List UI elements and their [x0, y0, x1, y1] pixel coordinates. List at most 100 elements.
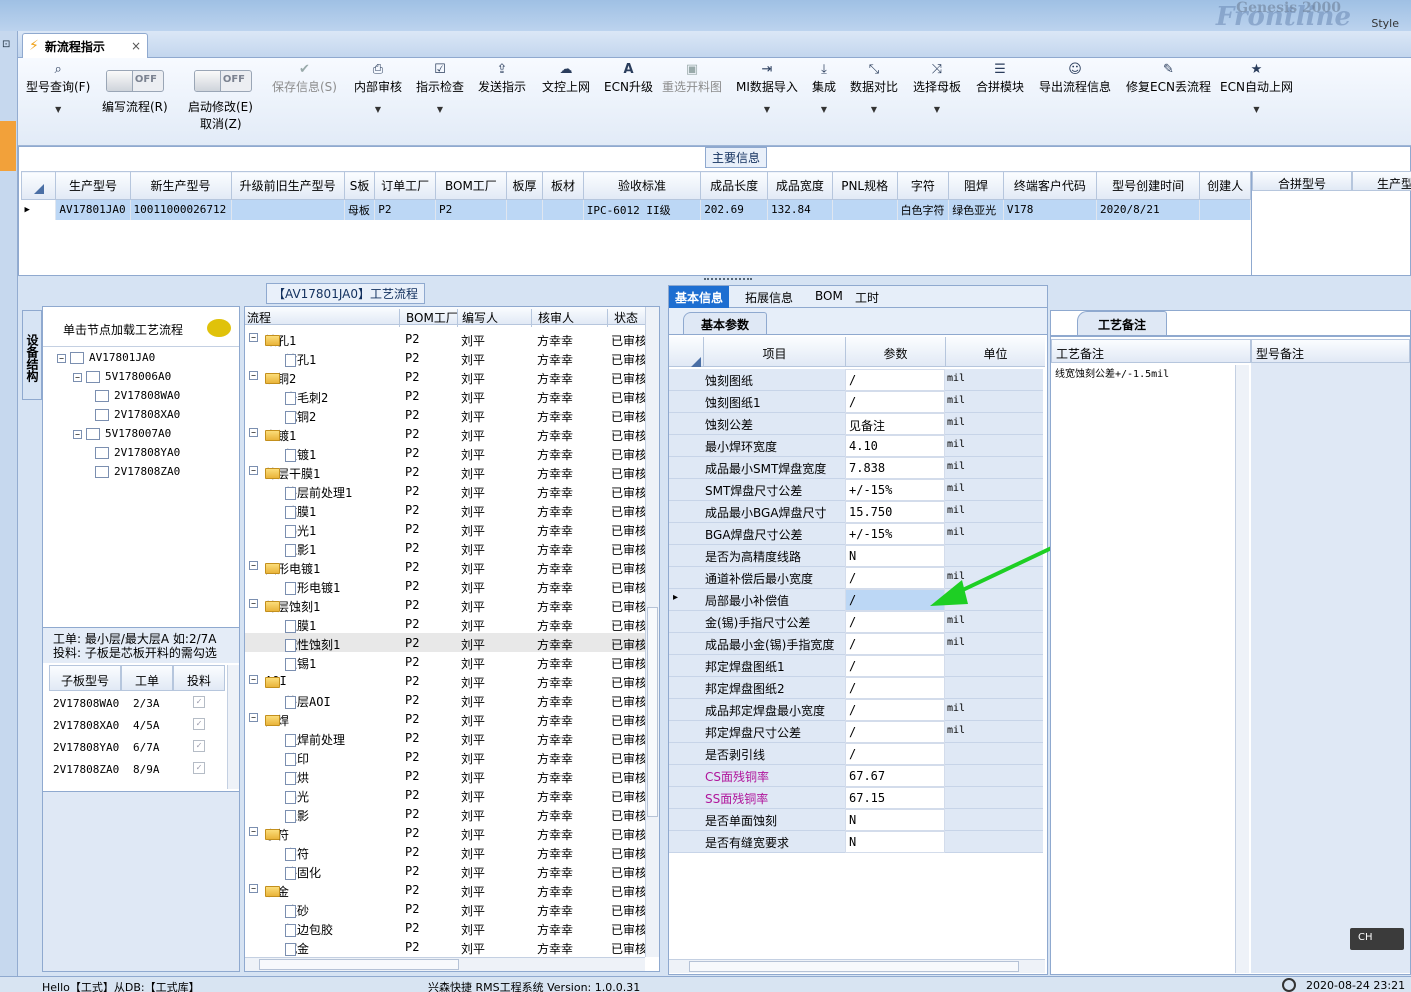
- flow-row[interactable]: −字符 P2 刘平 方幸幸 已审核: [245, 823, 647, 842]
- param-value[interactable]: /: [845, 655, 945, 677]
- col-header[interactable]: 合拼型号: [1252, 171, 1352, 191]
- row-header[interactable]: [669, 369, 703, 391]
- col-header[interactable]: 板厚: [505, 171, 544, 200]
- row-header[interactable]: [669, 567, 703, 589]
- tab-new-flow[interactable]: ⚡ 新流程指示 ×: [22, 33, 148, 58]
- row-header[interactable]: [669, 501, 703, 523]
- param-row[interactable]: 蚀刻图纸 / mil: [669, 369, 1045, 391]
- col-header[interactable]: 升级前旧生产型号: [230, 171, 345, 200]
- expand-icon[interactable]: ⊡: [2, 39, 10, 50]
- param-row[interactable]: 是否有缝宽要求 N: [669, 831, 1045, 853]
- flow-row[interactable]: 碱性蚀刻1 P2 刘平 方幸幸 已审核: [245, 633, 647, 652]
- table-row[interactable]: 2V17808ZA0 8/9A ✓: [49, 759, 225, 781]
- collapse-icon[interactable]: −: [249, 884, 258, 893]
- collapse-icon[interactable]: −: [249, 428, 258, 437]
- row-header[interactable]: [669, 765, 703, 787]
- flow-row[interactable]: 显影 P2 刘平 方幸幸 已审核: [245, 804, 647, 823]
- col-header[interactable]: 订单工厂: [374, 171, 436, 200]
- col-header[interactable]: 参数: [845, 337, 945, 367]
- param-value[interactable]: +/-15%: [845, 479, 945, 501]
- param-row[interactable]: 成品邦定焊盘最小宽度 / mil: [669, 699, 1045, 721]
- col-header[interactable]: 单位: [945, 337, 1045, 367]
- col-header[interactable]: 编写人: [457, 309, 498, 327]
- tree-node[interactable]: 2V17808YA0: [57, 446, 237, 465]
- param-row[interactable]: 邦定焊盘尺寸公差 / mil: [669, 721, 1045, 743]
- row-header[interactable]: [669, 699, 703, 721]
- col-header[interactable]: 核审人: [531, 309, 574, 327]
- vertical-scrollbar[interactable]: [1235, 365, 1249, 973]
- col-header[interactable]: S板: [343, 171, 376, 200]
- feed-checkbox[interactable]: ✓: [193, 718, 205, 730]
- style-label[interactable]: Style: [1371, 17, 1399, 30]
- col-header[interactable]: 验收标准: [582, 171, 702, 200]
- flow-row[interactable]: − 外层干膜1 P2 刘平 方幸幸 已审核: [245, 462, 647, 481]
- flow-row[interactable]: 显影1 P2 刘平 方幸幸 已审核: [245, 538, 647, 557]
- param-value[interactable]: N: [845, 831, 945, 853]
- row-header[interactable]: [669, 413, 703, 435]
- flow-row[interactable]: 喷砂 P2 刘平 方幸幸 已审核: [245, 899, 647, 918]
- toolbar-btn-ecn-auto[interactable]: ★ ECN自动上网 ▼: [1220, 62, 1293, 114]
- param-row[interactable]: SMT焊盘尺寸公差 +/-15% mil: [669, 479, 1045, 501]
- toolbar-btn-merge[interactable]: ☰ 合拼模块: [976, 62, 1024, 95]
- flow-row[interactable]: − 钻孔1 P2 刘平 方幸幸 已审核: [245, 329, 647, 348]
- toolbar-btn-mi-import[interactable]: ⇥ MI数据导入 ▼: [736, 62, 798, 114]
- param-value[interactable]: 7.838: [845, 457, 945, 479]
- col-header[interactable]: 阻焊: [948, 171, 1004, 200]
- tab-bom[interactable]: BOM: [815, 289, 843, 303]
- param-value[interactable]: /: [845, 677, 945, 699]
- param-row[interactable]: 蚀刻图纸1/mil: [669, 391, 1045, 413]
- col-header[interactable]: 投料: [173, 665, 225, 691]
- param-row[interactable]: 是否剥引线 /: [669, 743, 1045, 765]
- param-row[interactable]: 邦定焊盘图纸2/: [669, 677, 1045, 699]
- param-value[interactable]: /: [845, 721, 945, 743]
- param-value[interactable]: /: [845, 633, 945, 655]
- flow-row[interactable]: 曝光1 P2 刘平 方幸幸 已审核: [245, 519, 647, 538]
- col-header[interactable]: 成品长度: [700, 171, 768, 200]
- flow-row[interactable]: 阻焊前处理 P2 刘平 方幸幸 已审核: [245, 728, 647, 747]
- toolbar-btn-fix-ecn[interactable]: ✎ 修复ECN丢流程: [1126, 62, 1211, 95]
- tree-node[interactable]: − AV17801JA0: [57, 351, 237, 370]
- flow-row[interactable]: 预烘 P2 刘平 方幸幸 已审核: [245, 766, 647, 785]
- vertical-scrollbar[interactable]: [227, 665, 239, 789]
- flow-row[interactable]: −沉金 P2 刘平 方幸幸 已审核: [245, 880, 647, 899]
- param-row[interactable]: 成品最小金(锡)手指宽度 / mil: [669, 633, 1045, 655]
- toolbar-btn-doc-upload[interactable]: ☁ 文控上网: [542, 62, 590, 95]
- col-header[interactable]: 生产型: [1352, 171, 1411, 191]
- row-header[interactable]: [669, 523, 703, 545]
- collapse-icon[interactable]: −: [249, 561, 258, 570]
- row-header[interactable]: [669, 545, 703, 567]
- param-row[interactable]: 是否单面蚀刻 N: [669, 809, 1045, 831]
- enable-edit-toggle[interactable]: OFF: [194, 70, 252, 92]
- collapse-icon[interactable]: −: [249, 675, 258, 684]
- param-value[interactable]: /: [845, 743, 945, 765]
- row-header[interactable]: [669, 611, 703, 633]
- col-header[interactable]: 型号创建时间: [1095, 171, 1201, 200]
- flow-row[interactable]: 沉铜2 P2 刘平 方幸幸 已审核: [245, 405, 647, 424]
- param-row[interactable]: 邦定焊盘图纸1/: [669, 655, 1045, 677]
- toolbar-btn-save[interactable]: ✔ 保存信息(S): [272, 62, 337, 95]
- row-header[interactable]: [669, 435, 703, 457]
- row-header[interactable]: [669, 831, 703, 853]
- col-header[interactable]: 创建人: [1199, 171, 1251, 200]
- col-header[interactable]: BOM工厂: [399, 309, 458, 327]
- param-value[interactable]: 67.67: [845, 765, 945, 787]
- toolbar-btn-export[interactable]: ☺ 导出流程信息: [1039, 62, 1111, 95]
- row-header[interactable]: [669, 677, 703, 699]
- close-icon[interactable]: ×: [131, 39, 141, 53]
- param-value[interactable]: /: [845, 369, 945, 391]
- param-value[interactable]: /: [845, 611, 945, 633]
- flow-row[interactable]: 终固化 P2 刘平 方幸幸 已审核: [245, 861, 647, 880]
- table-row[interactable]: ▶ AV17801JA0 10011000026712 母板 P2 P2 IPC…: [21, 199, 1251, 220]
- collapse-icon[interactable]: −: [249, 371, 258, 380]
- feed-checkbox[interactable]: ✓: [193, 762, 205, 774]
- flow-row[interactable]: 字符 P2 刘平 方幸幸 已审核: [245, 842, 647, 861]
- param-value[interactable]: 67.15: [845, 787, 945, 809]
- flow-row[interactable]: 去毛刺2 P2 刘平 方幸幸 已审核: [245, 386, 647, 405]
- param-row[interactable]: SS面残铜率 67.15: [669, 787, 1045, 809]
- col-header[interactable]: 状态: [607, 309, 638, 327]
- flow-row[interactable]: 板镀1 P2 刘平 方幸幸 已审核: [245, 443, 647, 462]
- toolbar-btn-send[interactable]: ⇪ 发送指示: [478, 62, 526, 95]
- collapse-icon[interactable]: −: [249, 333, 258, 342]
- horizontal-scrollbar[interactable]: [245, 957, 645, 971]
- flow-row[interactable]: −AOI P2 刘平 方幸幸 已审核: [245, 671, 647, 690]
